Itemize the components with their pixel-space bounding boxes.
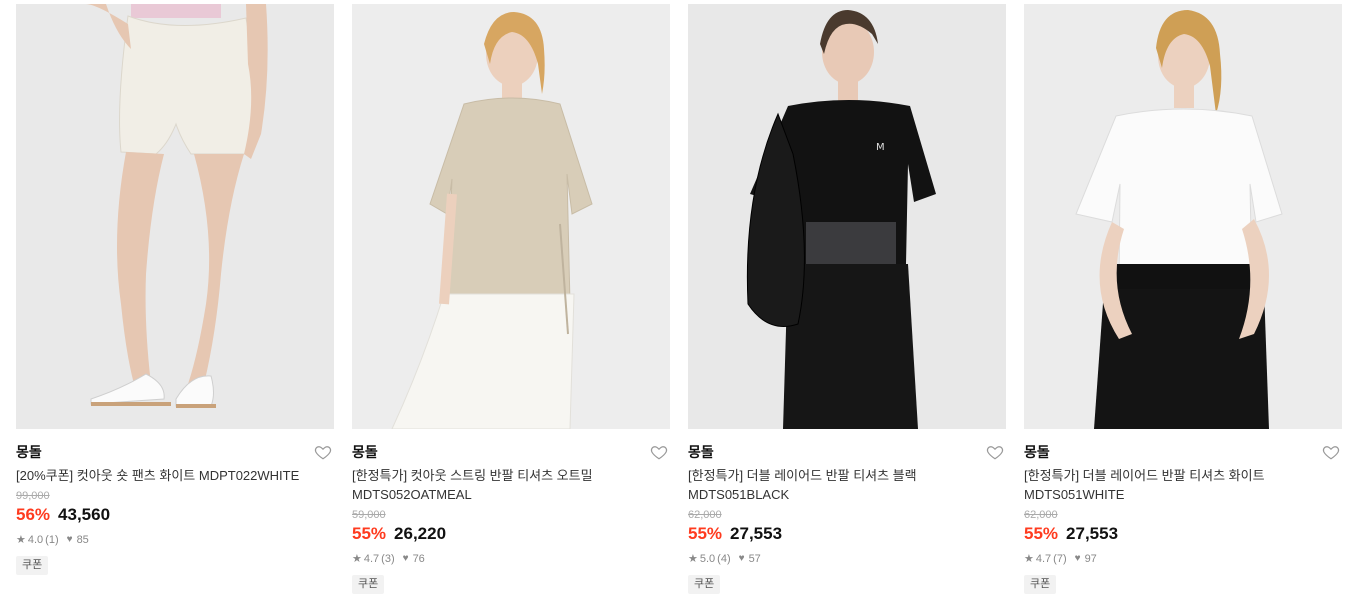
product-photo [16, 4, 334, 429]
product-meta: ★ 4.7 (7) ♥ 97 [1024, 551, 1342, 567]
rating-value: 4.7 [363, 553, 380, 565]
svg-text:M: M [876, 142, 885, 153]
product-name[interactable]: [한정특가] 컷아웃 스트링 반팔 티셔츠 오트밀 MDTS052OATMEAL [352, 466, 652, 504]
rating-value: 4.7 [1035, 553, 1052, 565]
product-grid: 몽돌 [20%쿠폰] 컷아웃 숏 팬츠 화이트 MDPT022WHITE 99,… [16, 4, 1342, 594]
price-row: 55% 27,553 [1024, 523, 1342, 545]
coupon-badge: 쿠폰 [1024, 575, 1057, 594]
original-price: 99,000 [16, 490, 50, 502]
heart-icon[interactable] [650, 443, 668, 461]
brand-name[interactable]: 몽돌 [16, 443, 334, 461]
product-name[interactable]: [한정특가] 더블 레이어드 반팔 티셔츠 블랙 MDTS051BLACK [688, 466, 988, 504]
product-photo [352, 4, 670, 429]
discount-rate: 55% [1024, 524, 1059, 543]
review-count: (7) [1053, 553, 1067, 565]
original-price: 62,000 [1024, 509, 1058, 521]
review-count: (3) [381, 553, 395, 565]
brand-name[interactable]: 몽돌 [352, 443, 670, 461]
price-row: 55% 26,220 [352, 523, 670, 545]
discount-rate: 55% [688, 524, 723, 543]
like-count: 97 [1084, 553, 1097, 565]
heart-filled-icon: ♥ [402, 553, 409, 564]
heart-filled-icon: ♥ [1074, 553, 1081, 564]
original-price: 62,000 [688, 509, 722, 521]
brand-name[interactable]: 몽돌 [688, 443, 1006, 461]
product-meta: ★ 4.7 (3) ♥ 76 [352, 551, 670, 567]
product-meta: ★ 5.0 (4) ♥ 57 [688, 551, 1006, 567]
rating-value: 4.0 [27, 534, 44, 546]
coupon-badge: 쿠폰 [688, 575, 721, 594]
sale-price: 26,220 [394, 524, 447, 543]
product-name[interactable]: [한정특가] 더블 레이어드 반팔 티셔츠 화이트 MDTS051WHITE [1024, 466, 1324, 504]
heart-icon[interactable] [986, 443, 1004, 461]
coupon-badge: 쿠폰 [352, 575, 385, 594]
heart-filled-icon: ♥ [738, 553, 745, 564]
product-name[interactable]: [20%쿠폰] 컷아웃 숏 팬츠 화이트 MDPT022WHITE [16, 466, 316, 485]
star-icon: ★ [688, 553, 698, 565]
product-photo: M [688, 4, 1006, 429]
product-card[interactable]: 몽돌 [한정특가] 컷아웃 스트링 반팔 티셔츠 오트밀 MDTS052OATM… [352, 4, 670, 594]
sale-price: 43,560 [58, 505, 111, 524]
original-price: 59,000 [352, 509, 386, 521]
product-card[interactable]: 몽돌 [한정특가] 더블 레이어드 반팔 티셔츠 화이트 MDTS051WHIT… [1024, 4, 1342, 594]
review-count: (1) [45, 534, 59, 546]
product-image[interactable] [16, 4, 334, 429]
discount-rate: 56% [16, 505, 51, 524]
sale-price: 27,553 [730, 524, 783, 543]
coupon-badge: 쿠폰 [16, 556, 49, 575]
product-photo [1024, 4, 1342, 429]
price-row: 56% 43,560 [16, 504, 334, 526]
like-count: 57 [748, 553, 761, 565]
product-image[interactable]: M [688, 4, 1006, 429]
heart-filled-icon: ♥ [66, 534, 73, 545]
rating-value: 5.0 [699, 553, 716, 565]
price-row: 55% 27,553 [688, 523, 1006, 545]
sale-price: 27,553 [1066, 524, 1119, 543]
like-count: 85 [76, 534, 89, 546]
star-icon: ★ [16, 534, 26, 546]
product-meta: ★ 4.0 (1) ♥ 85 [16, 532, 334, 548]
heart-icon[interactable] [1322, 443, 1340, 461]
star-icon: ★ [1024, 553, 1034, 565]
heart-icon[interactable] [314, 443, 332, 461]
star-icon: ★ [352, 553, 362, 565]
brand-name[interactable]: 몽돌 [1024, 443, 1342, 461]
like-count: 76 [412, 553, 425, 565]
product-card[interactable]: 몽돌 [20%쿠폰] 컷아웃 숏 팬츠 화이트 MDPT022WHITE 99,… [16, 4, 334, 594]
product-card[interactable]: M 몽돌 [한정특가] 더블 레이어드 반팔 티셔츠 블랙 MDTS051BLA… [688, 4, 1006, 594]
product-image[interactable] [1024, 4, 1342, 429]
review-count: (4) [717, 553, 731, 565]
discount-rate: 55% [352, 524, 387, 543]
product-image[interactable] [352, 4, 670, 429]
